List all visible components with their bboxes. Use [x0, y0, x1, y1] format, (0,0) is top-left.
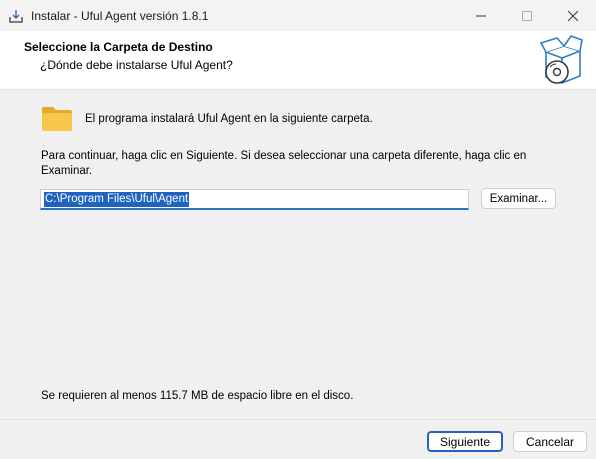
next-button[interactable]: Siguiente [427, 431, 503, 452]
wizard-header: Seleccione la Carpeta de Destino ¿Dónde … [0, 31, 596, 89]
instructions-text: Para continuar, haga clic en Siguiente. … [41, 150, 527, 177]
box-with-disc-icon [539, 35, 583, 84]
minimize-button[interactable] [458, 0, 504, 31]
destination-path-value: C:\Program Files\Uful\Agent [44, 192, 190, 207]
title-bar[interactable]: Instalar - Uful Agent versión 1.8.1 [0, 0, 596, 31]
destination-path-input[interactable]: C:\Program Files\Uful\Agent [40, 189, 469, 210]
maximize-button[interactable] [504, 0, 550, 31]
header-divider [0, 89, 596, 90]
intro-text: El programa instalará Uful Agent en la s… [85, 113, 373, 125]
installer-icon [9, 10, 23, 23]
close-button[interactable] [550, 0, 596, 31]
window-title: Instalar - Uful Agent versión 1.8.1 [31, 9, 209, 23]
browse-button[interactable]: Examinar... [481, 188, 556, 209]
cancel-button[interactable]: Cancelar [513, 431, 587, 452]
page-subtitle: ¿Dónde debe instalarse Uful Agent? [40, 58, 233, 72]
maximize-icon [522, 10, 532, 21]
page-title: Seleccione la Carpeta de Destino [24, 40, 213, 54]
folder-icon [42, 107, 72, 131]
close-icon [568, 10, 578, 21]
minimize-icon [476, 15, 486, 16]
disk-space-text: Se requieren al menos 115.7 MB de espaci… [41, 390, 354, 402]
footer-divider [0, 419, 596, 420]
